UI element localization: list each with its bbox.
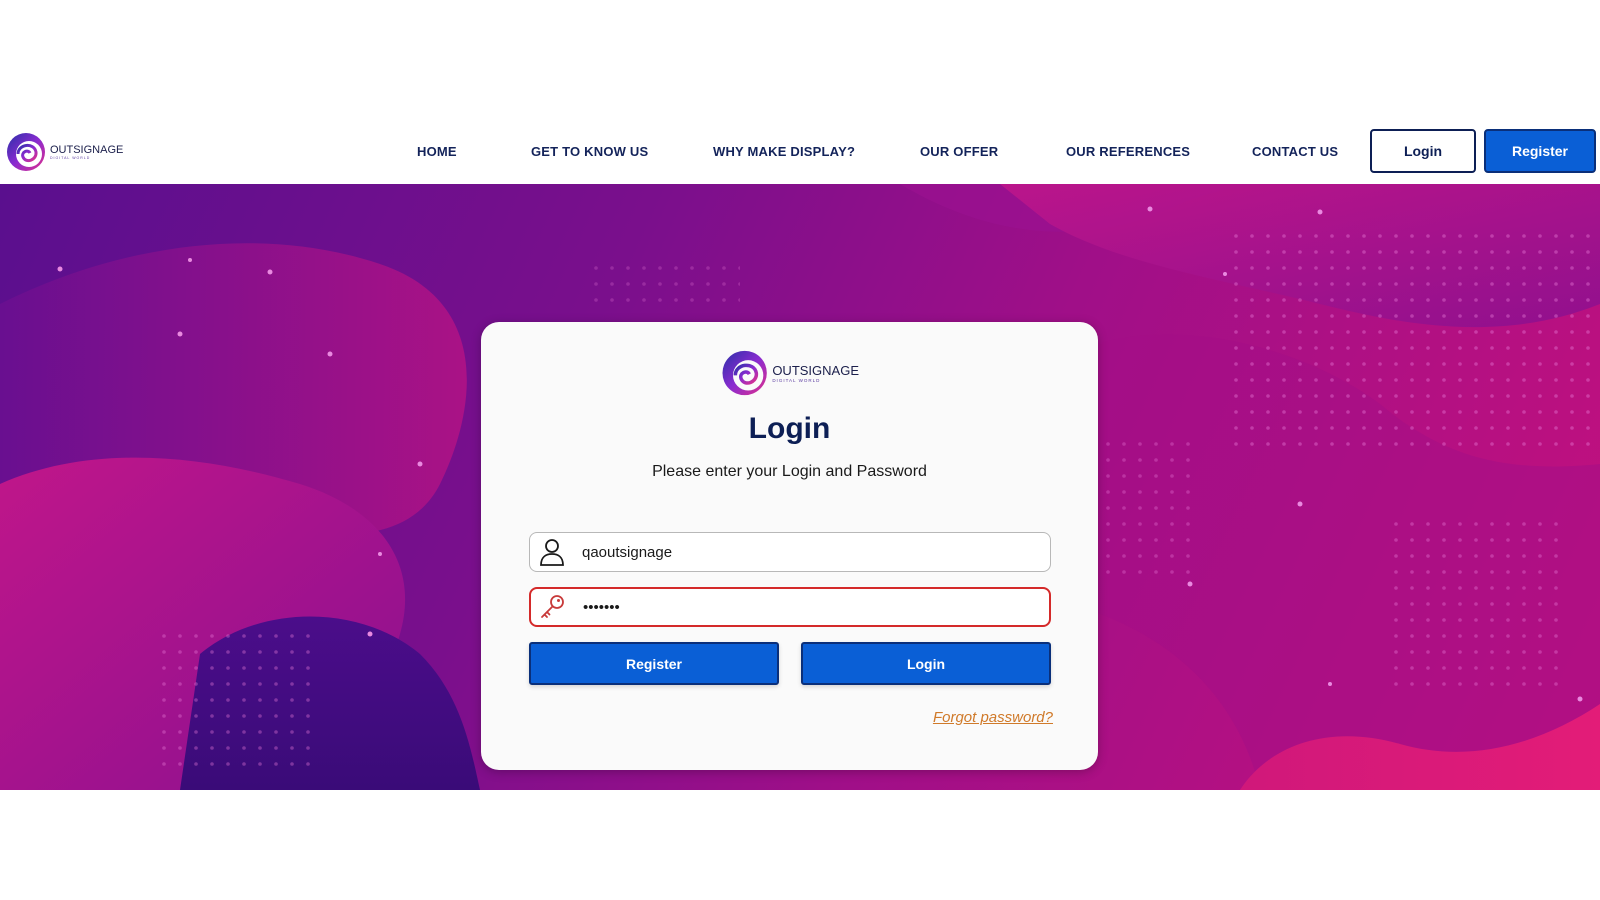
site-logo[interactable]: OUTSIGNAGE DIGITAL WORLD <box>4 128 123 176</box>
card-logo: OUTSIGNAGE DIGITAL WORLD <box>719 344 859 402</box>
header-login-button[interactable]: Login <box>1370 129 1476 173</box>
nav-contact-us[interactable]: CONTACT US <box>1252 144 1338 159</box>
forgot-password-link[interactable]: Forgot password? <box>933 709 1053 726</box>
nav-home[interactable]: HOME <box>417 144 457 159</box>
user-icon <box>530 533 574 571</box>
register-button[interactable]: Register <box>529 642 779 685</box>
nav-get-to-know-us[interactable]: GET TO KNOW US <box>531 144 648 159</box>
swirl-logo-icon <box>7 133 45 171</box>
nav-our-offer[interactable]: OUR OFFER <box>920 144 998 159</box>
card-logo-name: OUTSIGNAGE <box>772 363 859 378</box>
login-title: Login <box>748 412 831 445</box>
header-register-button[interactable]: Register <box>1484 129 1596 173</box>
site-header: OUTSIGNAGE DIGITAL WORLD HOME GET TO KNO… <box>0 120 1600 184</box>
login-card: OUTSIGNAGE DIGITAL WORLD Login Please en… <box>481 322 1098 770</box>
nav-our-references[interactable]: OUR REFERENCES <box>1066 144 1190 159</box>
swirl-logo-icon <box>722 350 767 396</box>
nav-why-make-display[interactable]: WHY MAKE DISPLAY? <box>713 144 855 159</box>
username-field[interactable] <box>529 532 1051 572</box>
username-input[interactable] <box>574 534 1034 570</box>
key-icon <box>531 588 575 626</box>
password-field[interactable] <box>529 587 1051 627</box>
login-button[interactable]: Login <box>801 642 1051 685</box>
login-subtitle: Please enter your Login and Password <box>652 463 927 480</box>
card-logo-tagline: DIGITAL WORLD <box>772 378 821 383</box>
password-input[interactable] <box>575 589 1035 625</box>
logo-name: OUTSIGNAGE <box>50 144 124 156</box>
logo-tagline: DIGITAL WORLD <box>50 156 91 160</box>
